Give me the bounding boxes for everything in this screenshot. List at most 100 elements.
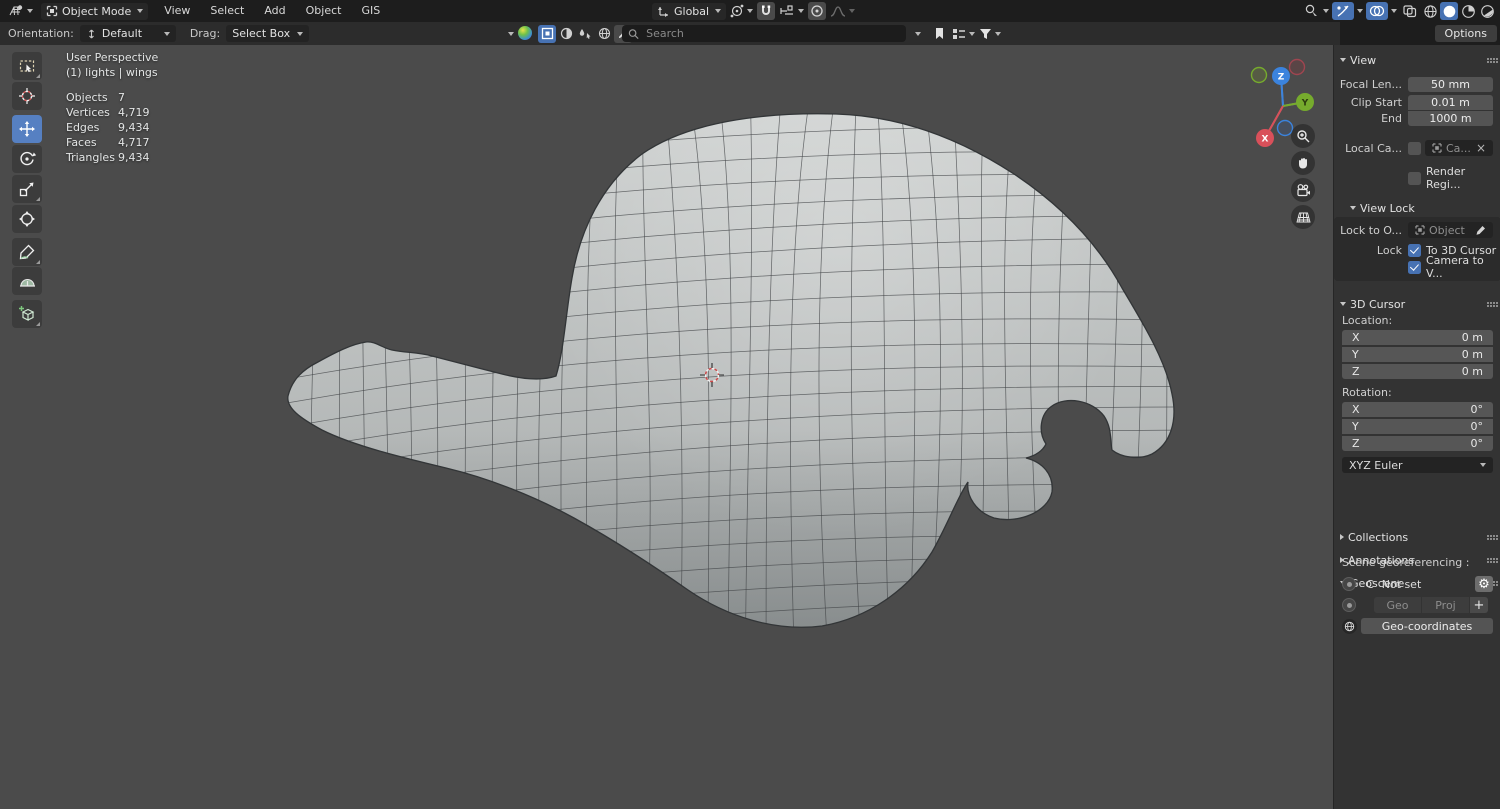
shading-solid-button[interactable] bbox=[1440, 2, 1458, 20]
lock-object-field[interactable]: Object bbox=[1408, 222, 1493, 238]
drag-grip-icon[interactable] bbox=[1487, 302, 1489, 304]
mode-selector[interactable]: Object Mode bbox=[41, 3, 148, 20]
pan-button[interactable] bbox=[1291, 151, 1315, 175]
shading-material-button[interactable] bbox=[1459, 2, 1477, 20]
mesh-filter-button[interactable] bbox=[538, 25, 556, 43]
cursor-visibility-icon bbox=[1304, 4, 1320, 18]
clip-end-field[interactable]: 1000 m bbox=[1408, 111, 1493, 126]
proj-button[interactable]: Proj bbox=[1421, 597, 1469, 613]
axis-neg-x-ball[interactable] bbox=[1290, 60, 1305, 75]
geo-button[interactable]: Geo bbox=[1374, 597, 1421, 613]
drag-grip-icon[interactable] bbox=[1487, 558, 1489, 560]
crs-radio[interactable] bbox=[1342, 577, 1356, 591]
blender-window: Object Mode View Select Add Object GIS G… bbox=[0, 0, 1500, 809]
local-camera-field[interactable]: Ca... bbox=[1425, 140, 1493, 156]
focal-length-label: Focal Len... bbox=[1334, 78, 1408, 91]
chevron-down-icon[interactable] bbox=[1391, 9, 1397, 13]
geo-coordinates-button[interactable]: Geo-coordinates bbox=[1361, 618, 1493, 634]
eyedropper-icon[interactable] bbox=[1475, 225, 1486, 236]
section-3d-cursor[interactable]: 3D Cursor bbox=[1334, 295, 1500, 313]
tool-select-box[interactable] bbox=[12, 52, 42, 80]
shading-mode-group bbox=[1421, 2, 1496, 20]
transform-orientation-selector[interactable]: Global bbox=[652, 3, 726, 20]
droplets-filter-button[interactable] bbox=[576, 25, 594, 43]
shading-rendered-button[interactable] bbox=[1478, 2, 1496, 20]
orientation-dropdown[interactable]: Default bbox=[80, 25, 176, 42]
tool-rotate[interactable] bbox=[12, 145, 42, 173]
gear-icon[interactable] bbox=[1475, 576, 1493, 592]
tool-scale[interactable] bbox=[12, 175, 42, 203]
menu-object[interactable]: Object bbox=[296, 0, 352, 22]
tool-add-cube[interactable] bbox=[12, 300, 42, 328]
pivot-point-button[interactable] bbox=[730, 2, 753, 20]
section-view-lock[interactable]: View Lock bbox=[1344, 199, 1500, 217]
search-bar[interactable] bbox=[622, 25, 906, 42]
snap-toggle-button[interactable] bbox=[757, 2, 775, 20]
cursor-loc-y-slider[interactable]: Y0 m bbox=[1342, 347, 1493, 362]
menu-gis[interactable]: GIS bbox=[351, 0, 390, 22]
axis-neg-y-ball[interactable] bbox=[1252, 68, 1267, 83]
cursor-loc-x-slider[interactable]: X0 m bbox=[1342, 330, 1493, 345]
search-input[interactable] bbox=[644, 26, 900, 41]
section-view[interactable]: View bbox=[1334, 51, 1500, 69]
globe-filter-button[interactable] bbox=[595, 25, 613, 43]
cursor-rot-x-slider[interactable]: X0° bbox=[1342, 402, 1493, 417]
proportional-editing-icon bbox=[810, 4, 824, 18]
rotation-mode-dropdown[interactable]: XYZ Euler bbox=[1342, 457, 1493, 473]
cursor-loc-z-slider[interactable]: Z0 m bbox=[1342, 364, 1493, 379]
zoom-button[interactable] bbox=[1291, 124, 1315, 148]
show-overlays-toggle[interactable] bbox=[1366, 2, 1388, 20]
tool-transform[interactable] bbox=[12, 205, 42, 233]
tool-cursor[interactable] bbox=[12, 82, 42, 110]
chevron-down-icon[interactable] bbox=[1357, 9, 1363, 13]
cursor-rot-y-slider[interactable]: Y0° bbox=[1342, 419, 1493, 434]
selectability-visibility-button[interactable] bbox=[1304, 2, 1329, 20]
axis-x-ball[interactable]: X bbox=[1256, 129, 1274, 147]
expand-dropdown-button[interactable] bbox=[908, 25, 926, 43]
section-collections[interactable]: Collections bbox=[1334, 528, 1500, 546]
options-button[interactable]: Options bbox=[1435, 25, 1497, 42]
focal-length-field[interactable]: 50 mm bbox=[1408, 77, 1493, 92]
show-gizmo-toggle[interactable] bbox=[1332, 2, 1354, 20]
axis-z-ball[interactable]: Z bbox=[1272, 67, 1290, 85]
camera-view-button[interactable] bbox=[1291, 178, 1315, 202]
tool-annotate[interactable] bbox=[12, 238, 42, 266]
clear-icon[interactable] bbox=[1476, 142, 1486, 155]
clip-start-field[interactable]: 0.01 m bbox=[1408, 95, 1493, 110]
axis-value: 0° bbox=[1471, 437, 1484, 450]
chevron-down-icon bbox=[969, 32, 975, 36]
default-orientation-icon bbox=[86, 28, 97, 40]
add-crs-button[interactable]: + bbox=[1469, 597, 1488, 613]
collapse-chevron-icon[interactable] bbox=[508, 32, 514, 36]
menu-add[interactable]: Add bbox=[254, 0, 295, 22]
svg-text:X: X bbox=[1262, 135, 1269, 145]
drag-dropdown[interactable]: Select Box bbox=[226, 25, 309, 42]
snap-target-button[interactable] bbox=[779, 2, 804, 20]
camera-to-view-checkbox[interactable] bbox=[1408, 261, 1421, 274]
contrast-filter-button[interactable] bbox=[557, 25, 575, 43]
lock-to-3d-cursor-checkbox[interactable] bbox=[1408, 244, 1421, 257]
geo-proj-radio[interactable] bbox=[1342, 598, 1356, 612]
xray-toggle[interactable] bbox=[1400, 2, 1418, 20]
menu-select[interactable]: Select bbox=[200, 0, 254, 22]
drag-grip-icon[interactable] bbox=[1487, 535, 1489, 537]
rainbow-sphere-icon[interactable] bbox=[518, 26, 532, 40]
tool-move[interactable] bbox=[12, 115, 42, 143]
axis-y-ball[interactable]: Y bbox=[1296, 93, 1314, 111]
proportional-falloff-button[interactable] bbox=[830, 2, 855, 20]
shading-wireframe-button[interactable] bbox=[1421, 2, 1439, 20]
stat-value: 4,719 bbox=[118, 105, 158, 120]
drag-grip-icon[interactable] bbox=[1487, 58, 1489, 60]
bookmark-button[interactable] bbox=[930, 25, 948, 43]
tool-measure[interactable] bbox=[12, 267, 42, 295]
render-region-checkbox[interactable] bbox=[1408, 172, 1421, 185]
perspective-toggle-button[interactable] bbox=[1291, 205, 1315, 229]
menu-view[interactable]: View bbox=[154, 0, 200, 22]
editor-type-button[interactable] bbox=[8, 2, 33, 20]
local-camera-checkbox[interactable] bbox=[1408, 142, 1421, 155]
display-mode-button[interactable] bbox=[952, 25, 975, 43]
wireframe-sphere-icon bbox=[1423, 4, 1438, 19]
cursor-rot-z-slider[interactable]: Z0° bbox=[1342, 436, 1493, 451]
proportional-editing-button[interactable] bbox=[808, 2, 826, 20]
filter-button[interactable] bbox=[979, 25, 1001, 43]
